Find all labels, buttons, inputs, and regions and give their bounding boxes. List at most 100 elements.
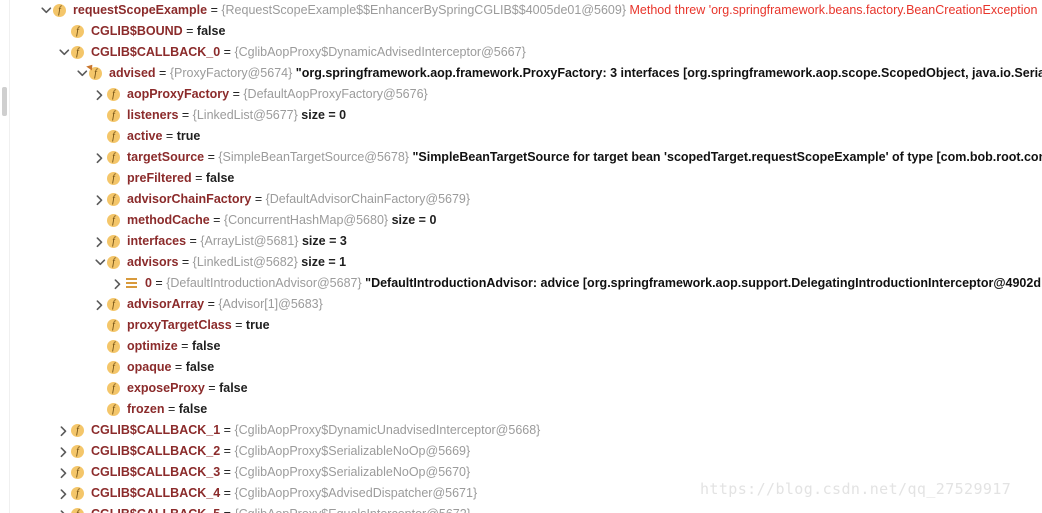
field-icon: f (107, 105, 122, 126)
variables-tree[interactable]: f requestScopeExample = {RequestScopeExam… (9, 0, 1042, 513)
tree-toggle-placeholder (94, 399, 107, 420)
chevron-right-icon[interactable] (94, 231, 107, 252)
variable-value: true (245, 318, 270, 332)
chevron-right-icon[interactable] (58, 462, 71, 483)
chevron-right-icon[interactable] (94, 84, 107, 105)
chevron-down-icon[interactable] (94, 252, 107, 273)
type-reference: {CglibAopProxy$AdvisedDispatcher@5671} (234, 486, 478, 500)
equals-sign: = (220, 465, 235, 479)
type-reference: {RequestScopeExample$$EnhancerBySpringCG… (221, 3, 626, 17)
tree-row[interactable]: f aopProxyFactory = {DefaultAopProxyFacto… (9, 84, 1042, 105)
field-icon: f (107, 189, 122, 210)
chevron-right-icon[interactable] (58, 420, 71, 441)
field-icon: f (71, 441, 86, 462)
tree-row[interactable]: f listeners = {LinkedList@5677} size = 0 (9, 105, 1042, 126)
tree-row[interactable]: f requestScopeExample = {RequestScopeExam… (9, 0, 1042, 21)
field-icon: f (107, 252, 122, 273)
tree-row-label: proxyTargetClass = true (122, 315, 270, 336)
tree-row[interactable]: f CGLIB$CALLBACK_1 = {CglibAopProxy$Dynam… (9, 420, 1042, 441)
tree-toggle-placeholder (94, 210, 107, 231)
tree-row[interactable]: f proxyTargetClass = true (9, 315, 1042, 336)
tree-toggle-placeholder (94, 357, 107, 378)
tree-row[interactable]: f frozen = false (9, 399, 1042, 420)
variable-name: CGLIB$CALLBACK_1 (91, 423, 221, 437)
variable-name: targetSource (127, 150, 205, 164)
variable-value: false (219, 381, 248, 395)
field-icon: f (53, 0, 68, 21)
to-string-value: "SimpleBeanTargetSource for target bean … (412, 150, 1042, 164)
variable-name: CGLIB$BOUND (91, 24, 183, 38)
tree-toggle-placeholder (94, 105, 107, 126)
equals-sign: = (178, 108, 193, 122)
type-reference: {LinkedList@5677} (192, 108, 298, 122)
field-icon: f (71, 483, 86, 504)
field-icon: f (107, 168, 122, 189)
evaluation-error: Method threw 'org.springframework.beans.… (629, 3, 1038, 17)
field-inherited-icon: f (86, 63, 104, 84)
equals-sign: = (204, 381, 220, 395)
tree-row[interactable]: f targetSource = {SimpleBeanTargetSource@… (9, 147, 1042, 168)
tree-row[interactable]: f optimize = false (9, 336, 1042, 357)
watermark-url: https://blog.csdn.net/qq_27529917 (700, 480, 1012, 498)
type-reference: {DefaultAopProxyFactory@5676} (243, 87, 428, 101)
type-reference: {Advisor[1]@5683} (218, 297, 323, 311)
type-reference: {LinkedList@5682} (192, 255, 298, 269)
chevron-right-icon[interactable] (94, 147, 107, 168)
field-icon: f (107, 147, 122, 168)
tree-row[interactable]: 0 = {DefaultIntroductionAdvisor@5687} "D… (9, 273, 1042, 294)
tree-row-label: listeners = {LinkedList@5677} size = 0 (122, 105, 346, 126)
chevron-right-icon[interactable] (112, 273, 125, 294)
chevron-right-icon[interactable] (58, 504, 71, 513)
field-icon: f (71, 21, 86, 42)
tree-toggle-placeholder (94, 378, 107, 399)
tree-row[interactable]: f interfaces = {ArrayList@5681} size = 3 (9, 231, 1042, 252)
variable-name: proxyTargetClass (127, 318, 232, 332)
chevron-down-icon[interactable] (58, 42, 71, 63)
tree-row[interactable]: f advisorChainFactory = {DefaultAdvisorCh… (9, 189, 1042, 210)
tree-toggle-placeholder (94, 126, 107, 147)
tree-row-label: CGLIB$CALLBACK_1 = {CglibAopProxy$Dynami… (86, 420, 540, 441)
field-icon: f (107, 210, 122, 231)
chevron-down-icon[interactable] (40, 0, 53, 21)
tree-row[interactable]: f advisorArray = {Advisor[1]@5683} (9, 294, 1042, 315)
variable-value: false (185, 360, 215, 374)
variable-value: false (205, 171, 235, 185)
type-reference: {CglibAopProxy$SerializableNoOp@5670} (234, 465, 471, 479)
equals-sign: = (231, 318, 246, 332)
vertical-scrollbar-thumb[interactable] (2, 87, 7, 116)
chevron-right-icon[interactable] (58, 441, 71, 462)
tree-row[interactable]: f advised = {ProxyFactory@5674} "org.spri… (9, 63, 1042, 84)
tree-toggle-placeholder (94, 336, 107, 357)
tree-row[interactable]: f exposeProxy = false (9, 378, 1042, 399)
tree-row[interactable]: f CGLIB$CALLBACK_0 = {CglibAopProxy$Dynam… (9, 42, 1042, 63)
tree-row-label: CGLIB$CALLBACK_0 = {CglibAopProxy$Dynami… (86, 42, 526, 63)
tree-row[interactable]: f active = true (9, 126, 1042, 147)
collection-size: size = 1 (301, 255, 347, 269)
chevron-right-icon[interactable] (58, 483, 71, 504)
equals-sign: = (220, 507, 234, 513)
field-icon: f (71, 504, 86, 513)
tree-row[interactable]: f preFiltered = false (9, 168, 1042, 189)
variable-name: CGLIB$CALLBACK_4 (91, 486, 221, 500)
equals-sign: = (207, 3, 222, 17)
variable-value: false (191, 339, 221, 353)
equals-sign: = (209, 213, 224, 227)
chevron-right-icon[interactable] (94, 294, 107, 315)
tree-row-label: CGLIB$CALLBACK_5 = {CglibAopProxy$Equals… (86, 504, 471, 513)
variable-name: CGLIB$CALLBACK_0 (91, 45, 221, 59)
field-icon: f (107, 336, 122, 357)
equals-sign: = (204, 297, 219, 311)
field-icon: f (107, 357, 122, 378)
collection-size: size = 0 (301, 108, 347, 122)
field-icon: f (71, 42, 86, 63)
collection-size: size = 3 (301, 234, 347, 248)
type-reference: {ArrayList@5681} (200, 234, 299, 248)
tree-row[interactable]: f CGLIB$BOUND = false (9, 21, 1042, 42)
tree-row[interactable]: fCGLIB$CALLBACK_5 = {CglibAopProxy$Equal… (9, 504, 1042, 513)
chevron-right-icon[interactable] (94, 189, 107, 210)
tree-row[interactable]: f methodCache = {ConcurrentHashMap@5680} … (9, 210, 1042, 231)
tree-row[interactable]: f advisors = {LinkedList@5682} size = 1 (9, 252, 1042, 273)
tree-row[interactable]: f CGLIB$CALLBACK_2 = {CglibAopProxy$Seria… (9, 441, 1042, 462)
tree-row[interactable]: f opaque = false (9, 357, 1042, 378)
tree-row-label: advisorArray = {Advisor[1]@5683} (122, 294, 323, 315)
